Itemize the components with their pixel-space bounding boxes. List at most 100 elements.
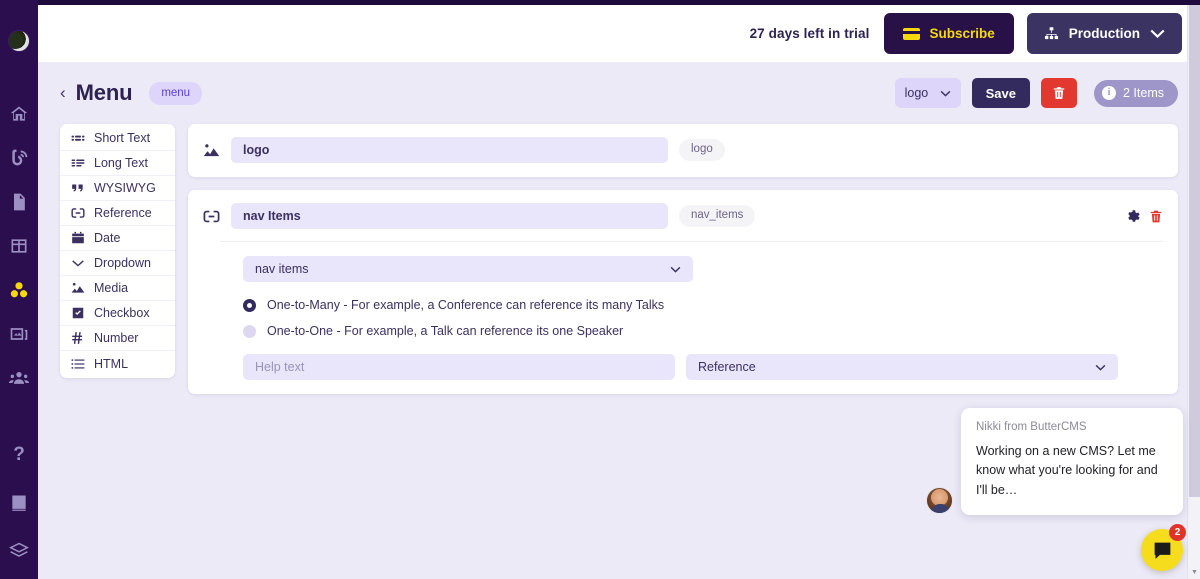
field-type-label: Checkbox	[94, 306, 150, 320]
field-type-reference[interactable]: Reference	[60, 201, 175, 226]
field-row: logo	[203, 137, 1163, 163]
field-type-html[interactable]: HTML	[60, 351, 175, 376]
field-key-badge: logo	[679, 138, 725, 162]
field-row: nav_items	[203, 203, 1163, 229]
list-icon	[71, 357, 85, 371]
help-text-input[interactable]	[243, 354, 675, 380]
field-card-nav-items: nav_items nav items	[188, 190, 1178, 394]
radio-label: One-to-Many - For example, a Conference …	[267, 298, 665, 312]
top-bar: 27 days left in trial Subscribe Producti…	[38, 5, 1200, 62]
radio-indicator	[243, 324, 256, 338]
credit-card-icon	[903, 27, 921, 40]
chevron-down-icon	[71, 256, 85, 270]
page-header-actions: logo Save i 2 Items	[894, 78, 1178, 108]
reference-icon	[71, 206, 85, 220]
field-bottom-row: Reference	[243, 354, 1163, 380]
page-slug-badge: menu	[149, 81, 203, 105]
chevron-down-icon	[670, 266, 681, 273]
page-scrollbar[interactable]: ▲ ▼	[1187, 5, 1200, 579]
field-type-wysiwyg[interactable]: WYSIWYG	[60, 176, 175, 201]
sidebar-bottom-icons: ?	[0, 445, 38, 561]
field-select-dropdown[interactable]: logo	[894, 78, 961, 108]
subscribe-button[interactable]: Subscribe	[884, 13, 1014, 54]
home-icon[interactable]	[9, 104, 29, 124]
collection-select-value: nav items	[255, 262, 309, 276]
field-type-date[interactable]: Date	[60, 226, 175, 251]
stack-layers-icon[interactable]	[9, 541, 29, 561]
sidebar-nav-icons	[9, 104, 29, 388]
field-type-select[interactable]: Reference	[686, 354, 1118, 380]
chat-bubble-icon	[1154, 542, 1170, 559]
field-type-label: Short Text	[94, 131, 151, 145]
save-button[interactable]: Save	[971, 78, 1030, 108]
field-type-short-text[interactable]: Short Text	[60, 126, 175, 151]
environment-selector[interactable]: Production	[1026, 13, 1182, 54]
long-text-icon	[71, 156, 85, 170]
app-root: ? 27 days left in trial Subscribe Produc…	[0, 0, 1200, 579]
radio-one-to-many[interactable]: One-to-Many - For example, a Conference …	[243, 298, 1163, 312]
main-area: 27 days left in trial Subscribe Producti…	[38, 5, 1200, 579]
field-divider	[220, 241, 1163, 242]
chat-message-text: Working on a new CMS? Let me know what y…	[976, 443, 1158, 497]
page-header: ‹ Menu menu logo Save i 2 Items	[38, 62, 1200, 124]
collection-select[interactable]: nav items	[243, 256, 693, 282]
intercom-chat-widget: Nikki from ButterCMS Working on a new CM…	[926, 407, 1186, 571]
scrollbar-thumb[interactable]	[1189, 5, 1200, 497]
docs-book-icon[interactable]	[9, 493, 29, 513]
field-type-label: Date	[94, 231, 121, 245]
collections-icon[interactable]	[9, 280, 29, 300]
items-count-badge: i 2 Items	[1094, 79, 1178, 107]
team-icon[interactable]	[9, 368, 29, 388]
radio-one-to-one[interactable]: One-to-One - For example, a Talk can ref…	[243, 324, 1163, 338]
chevron-down-icon	[940, 90, 951, 97]
checkbox-icon	[71, 306, 85, 320]
field-type-label: Long Text	[94, 156, 148, 170]
field-tools	[1125, 209, 1163, 224]
scroll-down-arrow[interactable]: ▼	[1188, 566, 1200, 579]
chat-unread-badge: 2	[1169, 524, 1186, 541]
relationship-radio-group: One-to-Many - For example, a Conference …	[243, 298, 1163, 338]
reference-icon	[203, 208, 220, 225]
content-body: Short Text Long Text WYSIWYG Reference D…	[38, 124, 1200, 394]
trash-icon[interactable]	[1149, 209, 1163, 224]
field-type-checkbox[interactable]: Checkbox	[60, 301, 175, 326]
back-button[interactable]: ‹	[58, 82, 76, 105]
quote-icon	[71, 181, 85, 195]
chat-launcher-wrap: 2	[926, 524, 1186, 571]
chevron-down-icon	[1095, 364, 1106, 371]
subscribe-label: Subscribe	[929, 26, 995, 41]
media-icon[interactable]	[9, 324, 29, 344]
image-icon	[203, 142, 220, 159]
field-type-number[interactable]: Number	[60, 326, 175, 351]
user-avatar[interactable]	[8, 30, 30, 52]
field-name-input[interactable]	[231, 137, 668, 163]
delete-content-type-button[interactable]	[1041, 78, 1077, 108]
field-name-input[interactable]	[231, 203, 668, 229]
field-type-long-text[interactable]: Long Text	[60, 151, 175, 176]
left-sidebar: ?	[0, 0, 38, 579]
blog-icon[interactable]	[9, 148, 29, 168]
page-types-icon[interactable]	[9, 236, 29, 256]
calendar-icon	[71, 231, 85, 245]
sitemap-icon	[1044, 27, 1058, 40]
field-type-dropdown[interactable]: Dropdown	[60, 251, 175, 276]
field-card-logo: logo	[188, 124, 1178, 177]
radio-label: One-to-One - For example, a Talk can ref…	[267, 324, 624, 338]
environment-label: Production	[1068, 26, 1140, 41]
chat-message-row[interactable]: Nikki from ButterCMS Working on a new CM…	[926, 407, 1183, 515]
field-type-label: Reference	[94, 206, 152, 220]
field-key-badge: nav_items	[679, 204, 756, 228]
field-type-label: WYSIWYG	[94, 181, 156, 195]
field-type-media[interactable]: Media	[60, 276, 175, 301]
items-count-label: 2 Items	[1123, 86, 1164, 100]
pages-icon[interactable]	[9, 192, 29, 212]
hash-icon	[71, 331, 85, 345]
chat-message-bubble[interactable]: Nikki from ButterCMS Working on a new CM…	[961, 407, 1183, 515]
gear-icon[interactable]	[1125, 209, 1140, 224]
field-type-select-value: Reference	[698, 360, 756, 374]
help-icon[interactable]: ?	[9, 445, 29, 465]
chevron-down-icon	[1150, 29, 1165, 39]
short-text-icon	[71, 131, 85, 145]
radio-indicator-selected	[243, 298, 256, 312]
page-title: Menu	[75, 80, 133, 105]
